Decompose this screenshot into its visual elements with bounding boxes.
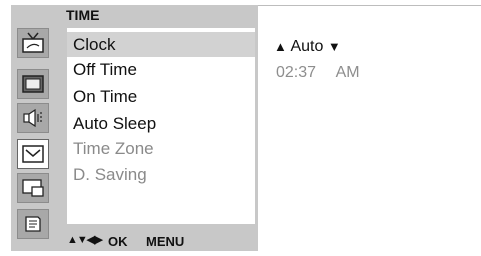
clock-time: 02:37 [276,64,317,81]
nav-arrows-icon: ▲▼◀▶ [67,234,103,246]
tv-picture-icon[interactable] [17,28,49,58]
clock-time-display: 02:37 AM [276,64,376,82]
menu-item-auto-sleep[interactable]: Auto Sleep [67,111,255,136]
menu-label: MENU [146,234,185,249]
ok-label: OK [108,234,128,249]
panel-title: TIME [66,7,100,23]
clock-mode-selector[interactable]: ▲ Auto ▼ [274,38,341,56]
menu-item-clock[interactable]: Clock [67,32,255,57]
menu-item-time-zone[interactable]: Time Zone [67,136,255,161]
menu-item-off-time[interactable]: Off Time [67,57,255,82]
option-icon[interactable] [17,209,49,239]
menu-list: Clock Off Time On Time Auto Sleep Time Z… [67,28,255,224]
clock-icon[interactable] [17,139,49,169]
screen-icon[interactable] [17,69,49,99]
menu-item-d-saving[interactable]: D. Saving [67,162,255,187]
pip-icon[interactable] [17,173,49,203]
clock-ampm: AM [335,64,360,81]
speaker-icon[interactable] [17,103,49,133]
clock-mode-value: Auto [290,38,324,55]
divider-line [258,5,481,6]
menu-item-on-time[interactable]: On Time [67,84,255,109]
down-arrow-icon[interactable]: ▼ [328,39,341,54]
up-arrow-icon[interactable]: ▲ [274,39,287,54]
